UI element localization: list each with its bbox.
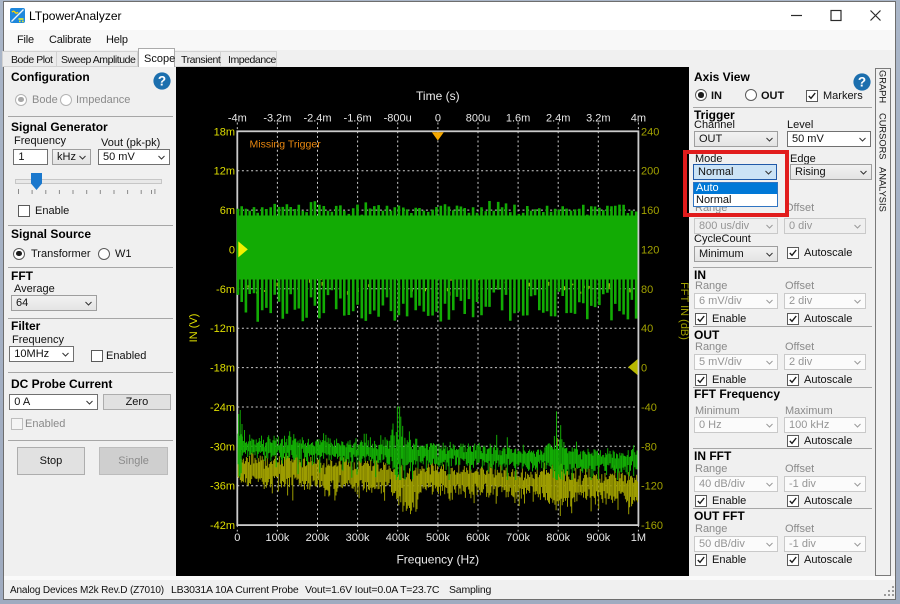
svg-text:2.4m: 2.4m — [546, 113, 570, 125]
svg-text:-80: -80 — [641, 441, 657, 453]
svg-text:IN (V): IN (V) — [188, 314, 200, 343]
svg-text:Missing Trigger: Missing Trigger — [250, 139, 322, 151]
svg-text:100k: 100k — [265, 532, 289, 544]
svg-text:80: 80 — [641, 284, 653, 296]
svg-text:0: 0 — [234, 532, 240, 544]
svg-text:-36m: -36m — [210, 481, 235, 493]
svg-text:600k: 600k — [466, 532, 490, 544]
svg-text:?: ? — [157, 74, 165, 89]
svg-text:-12m: -12m — [210, 323, 235, 335]
svg-text:200: 200 — [641, 166, 659, 178]
svg-text:300k: 300k — [346, 532, 370, 544]
svg-text:1.6m: 1.6m — [506, 113, 530, 125]
svg-text:-42m: -42m — [210, 520, 235, 532]
svg-text:0: 0 — [641, 363, 647, 375]
svg-text:120: 120 — [641, 244, 659, 256]
svg-text:12m: 12m — [214, 166, 235, 178]
svg-text:800u: 800u — [466, 113, 490, 125]
svg-text:240: 240 — [641, 126, 659, 138]
svg-text:-120: -120 — [641, 481, 663, 493]
svg-text:-24m: -24m — [210, 402, 235, 414]
svg-text:-6m: -6m — [216, 284, 235, 296]
svg-text:700k: 700k — [506, 532, 530, 544]
svg-text:?: ? — [858, 74, 866, 89]
svg-text:Time (s): Time (s) — [416, 89, 460, 103]
svg-text:500k: 500k — [426, 532, 450, 544]
svg-text:-18m: -18m — [210, 363, 235, 375]
svg-text:Frequency (Hz): Frequency (Hz) — [396, 553, 479, 567]
svg-text:0: 0 — [435, 113, 441, 125]
svg-text:18m: 18m — [214, 126, 235, 138]
svg-text:-1.6m: -1.6m — [344, 113, 372, 125]
svg-text:400k: 400k — [386, 532, 410, 544]
svg-text:800k: 800k — [546, 532, 570, 544]
svg-text:3.2m: 3.2m — [586, 113, 610, 125]
svg-text:-160: -160 — [641, 520, 663, 532]
svg-text:160: 160 — [641, 205, 659, 217]
svg-text:6m: 6m — [220, 205, 235, 217]
svg-text:-800u: -800u — [384, 113, 412, 125]
svg-text:40: 40 — [641, 323, 653, 335]
svg-text:4m: 4m — [631, 113, 646, 125]
svg-text:-2.4m: -2.4m — [303, 113, 331, 125]
svg-text:900k: 900k — [586, 532, 610, 544]
svg-text:-30m: -30m — [210, 441, 235, 453]
svg-text:-3.2m: -3.2m — [263, 113, 291, 125]
svg-text:1M: 1M — [631, 532, 646, 544]
svg-text:0: 0 — [229, 244, 235, 256]
svg-text:-4m: -4m — [228, 113, 247, 125]
svg-text:FFT IN (dB): FFT IN (dB) — [678, 282, 689, 340]
svg-text:200k: 200k — [306, 532, 330, 544]
svg-text:-40: -40 — [641, 402, 657, 414]
